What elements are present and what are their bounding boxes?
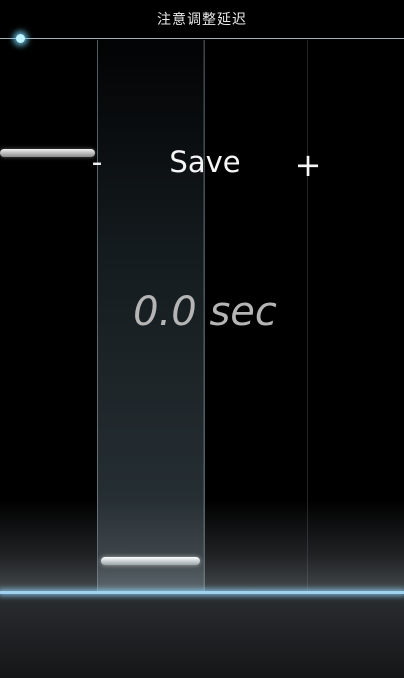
judgment-line bbox=[0, 591, 404, 594]
increase-delay-button[interactable]: + bbox=[292, 143, 324, 187]
top-bar: 注意调整延迟 bbox=[0, 0, 404, 38]
save-button[interactable]: Save bbox=[160, 140, 250, 184]
progress-knob[interactable] bbox=[15, 34, 25, 43]
touch-area[interactable] bbox=[0, 594, 404, 678]
progress-track[interactable] bbox=[0, 38, 404, 39]
floor-glow bbox=[0, 500, 404, 600]
falling-note bbox=[0, 149, 95, 157]
delay-value: 0.0 sec bbox=[133, 289, 277, 335]
hit-note bbox=[101, 557, 200, 565]
decrease-delay-button[interactable]: - bbox=[82, 143, 112, 183]
page-title: 注意调整延迟 bbox=[157, 12, 247, 28]
